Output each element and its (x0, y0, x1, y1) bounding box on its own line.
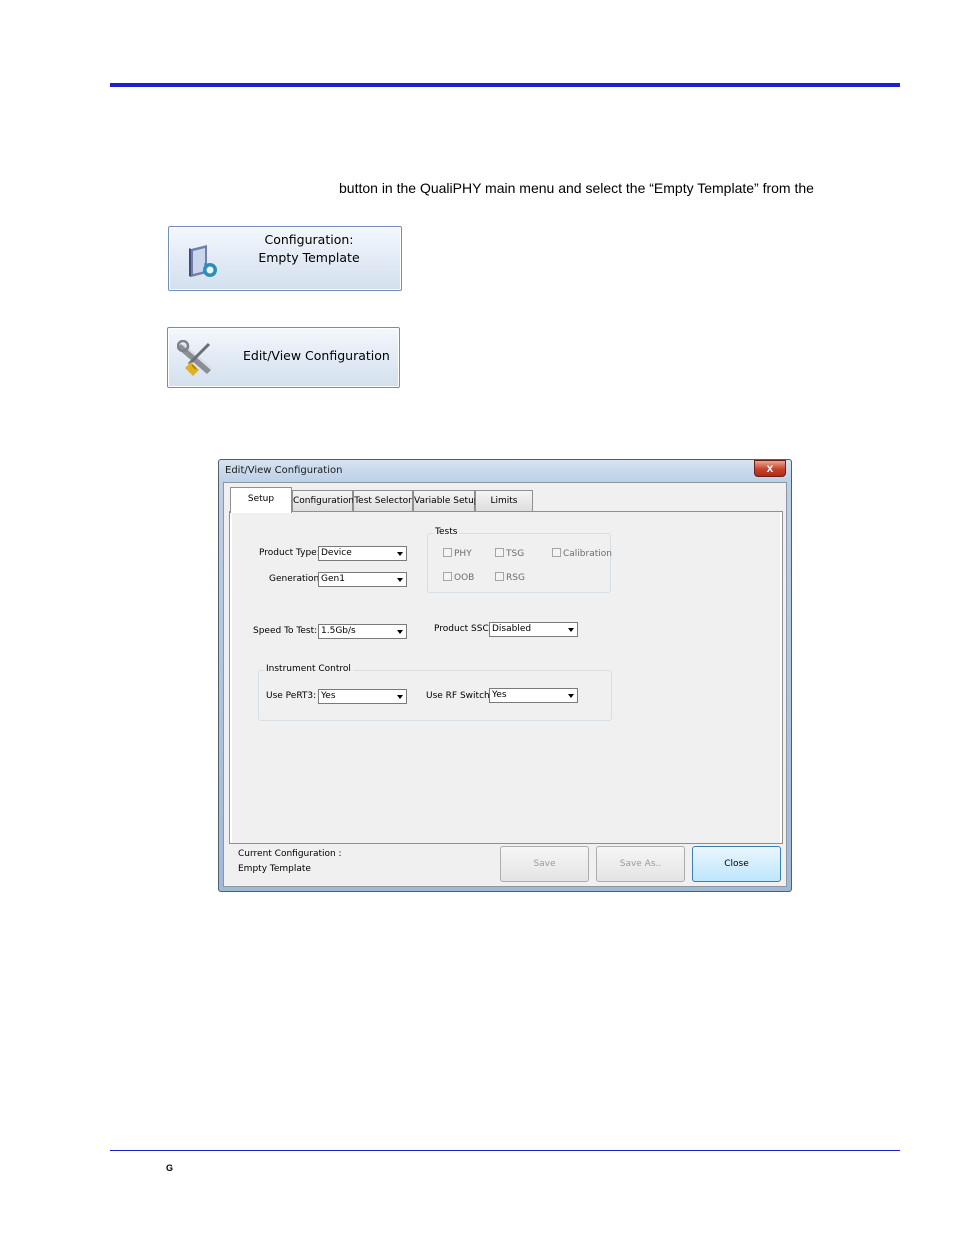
current-configuration-label: Current Configuration : (238, 849, 342, 859)
use-rf-switch-value: Yes (492, 690, 507, 700)
tests-group: Tests PHY TSG Calibration OOB RSG (427, 527, 612, 593)
product-type-label: Product Type: (259, 548, 320, 558)
rsg-checkbox-label: RSG (506, 573, 525, 583)
tests-group-legend: Tests (433, 527, 460, 537)
product-ssc-value: Disabled (492, 624, 532, 634)
checkbox-icon (495, 572, 504, 581)
generation-select[interactable]: Gen1 (318, 572, 407, 587)
wrench-screwdriver-icon (177, 340, 212, 376)
use-pert3-label: Use PeRT3: (266, 691, 317, 701)
use-rf-switch-select[interactable]: Yes (489, 688, 578, 703)
generation-label: Generation: (269, 574, 323, 584)
close-icon: x (766, 461, 774, 475)
close-window-button[interactable]: x (754, 460, 786, 477)
phy-checkbox[interactable]: PHY (443, 548, 472, 559)
instruction-text: button in the QualiPHY main menu and sel… (339, 180, 814, 196)
close-button[interactable]: Close (692, 846, 781, 882)
edit-view-button-label: Edit/View Configuration (243, 348, 390, 363)
oob-checkbox-label: OOB (454, 573, 475, 583)
dialog-title: Edit/View Configuration (225, 465, 343, 476)
checkbox-icon (552, 548, 561, 557)
instrument-control-group: Instrument Control Use PeRT3: Yes Use RF… (258, 664, 612, 721)
tab-configuration[interactable]: Configuration (292, 490, 354, 512)
footer-mark: G (166, 1163, 174, 1173)
phy-checkbox-label: PHY (454, 549, 472, 559)
configuration-button-title: Configuration: (264, 232, 354, 247)
save-as-button[interactable]: Save As.. (596, 846, 685, 882)
tab-limits[interactable]: Limits (475, 490, 533, 512)
chevron-down-icon (568, 694, 574, 698)
dialog-client-area: Setup Configuration Test Selector Variab… (223, 482, 787, 887)
tab-variable-setup[interactable]: Variable Setup (413, 490, 480, 512)
oob-checkbox[interactable]: OOB (443, 572, 474, 583)
setup-tab-panel: Product Type: Device Generation: Gen1 Te… (229, 511, 783, 844)
checkbox-icon (443, 548, 452, 557)
edit-view-configuration-button[interactable]: Edit/View Configuration (167, 327, 400, 388)
speed-to-test-select[interactable]: 1.5Gb/s (318, 624, 407, 639)
product-ssc-label: Product SSC: (434, 624, 492, 634)
chevron-down-icon (568, 628, 574, 632)
configuration-empty-template-button[interactable]: Configuration: Empty Template (168, 226, 402, 291)
product-type-select[interactable]: Device (318, 546, 407, 561)
tab-test-selector[interactable]: Test Selector (353, 490, 413, 512)
tab-setup[interactable]: Setup (230, 487, 292, 513)
instrument-control-legend: Instrument Control (264, 664, 353, 674)
chevron-down-icon (397, 695, 403, 699)
configuration-icon (189, 245, 217, 277)
product-ssc-select[interactable]: Disabled (489, 622, 578, 637)
chevron-down-icon (397, 552, 403, 556)
configuration-button-subtitle: Empty Template (258, 250, 360, 265)
edit-view-configuration-dialog: Edit/View Configuration x Setup Configur… (218, 459, 792, 892)
use-pert3-value: Yes (321, 691, 336, 701)
save-button[interactable]: Save (500, 846, 589, 882)
header-rule (110, 83, 900, 87)
tsg-checkbox[interactable]: TSG (495, 548, 524, 559)
checkbox-icon (443, 572, 452, 581)
product-type-value: Device (321, 548, 352, 558)
use-pert3-select[interactable]: Yes (318, 689, 407, 704)
generation-value: Gen1 (321, 574, 345, 584)
speed-to-test-value: 1.5Gb/s (321, 626, 356, 636)
use-rf-switch-label: Use RF Switch: (426, 691, 493, 701)
tsg-checkbox-label: TSG (506, 549, 525, 559)
rsg-checkbox[interactable]: RSG (495, 572, 525, 583)
calibration-checkbox[interactable]: Calibration (552, 548, 612, 559)
chevron-down-icon (397, 578, 403, 582)
speed-to-test-label: Speed To Test: (253, 626, 318, 636)
calibration-checkbox-label: Calibration (563, 549, 612, 559)
current-configuration-value: Empty Template (238, 864, 311, 874)
footer-rule (110, 1150, 900, 1151)
chevron-down-icon (397, 630, 403, 634)
checkbox-icon (495, 548, 504, 557)
setup-tab-content: Product Type: Device Generation: Gen1 Te… (232, 512, 780, 843)
